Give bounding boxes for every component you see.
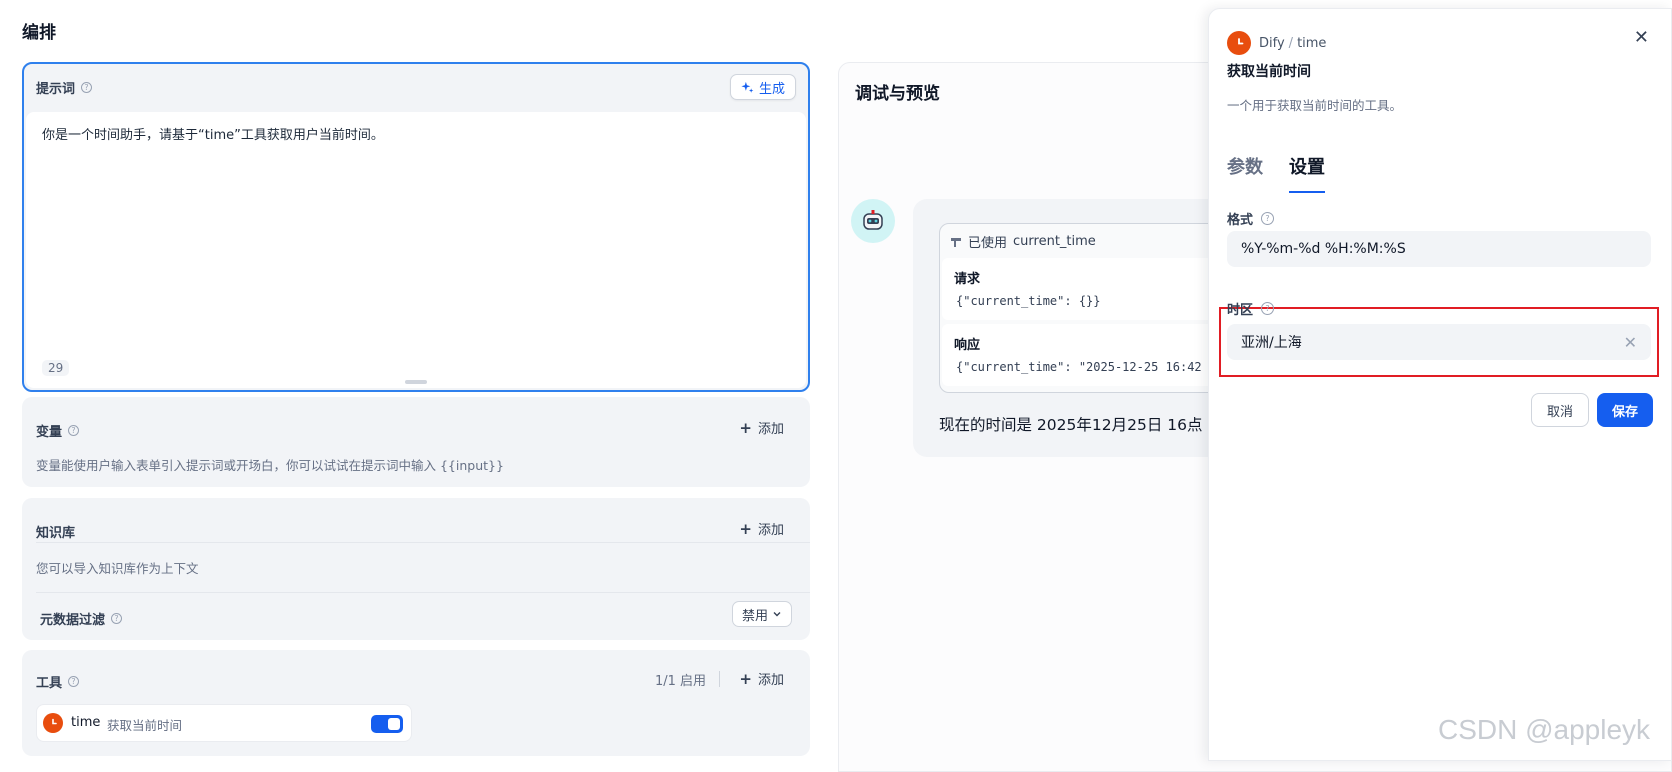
save-button[interactable]: 保存: [1597, 393, 1653, 427]
plus-icon: +: [739, 519, 752, 538]
close-icon[interactable]: ✕: [1634, 27, 1649, 48]
help-icon[interactable]: ?: [111, 613, 123, 624]
help-icon[interactable]: ?: [68, 425, 80, 436]
tab-parameters[interactable]: 参数: [1227, 153, 1263, 179]
metadata-filter-select[interactable]: 禁用: [731, 601, 792, 627]
add-label: 添加: [757, 673, 784, 688]
hammer-icon: [951, 237, 961, 247]
divider: [36, 592, 810, 593]
breadcrumb-tool-name: time: [1297, 35, 1327, 51]
divider: [36, 542, 810, 543]
add-tool-button[interactable]: + 添加: [739, 669, 784, 689]
variables-description: 变量能使用户输入表单引入提示词或开场白，你可以试试在提示词中输入 {{input…: [36, 458, 504, 473]
format-value: %Y-%m-%d %H:%M:%S: [1241, 241, 1406, 257]
tool-settings-drawer: Dify / time ✕ 获取当前时间 一个用于获取当前时间的工具。 参数 设…: [1208, 8, 1672, 761]
variables-card: 变量 ? + 添加 变量能使用户输入表单引入提示词或开场白，你可以试试在提示词中…: [22, 397, 810, 487]
clock-icon: [43, 713, 63, 733]
sparkle-icon: [741, 81, 754, 93]
prompt-editor-card: 提示词 ? 生成 你是一个时间助手，请基于“time”工具获取用户当前时间。 2…: [22, 62, 810, 392]
timezone-header: 时区 ?: [1227, 299, 1275, 318]
knowledge-card: 知识库 + 添加 您可以导入知识库作为上下文 元数据过滤 ? 禁用: [22, 498, 810, 640]
cancel-button[interactable]: 取消: [1531, 393, 1589, 427]
add-label: 添加: [757, 422, 784, 437]
request-label: 请求: [954, 272, 981, 287]
tool-used-prefix: 已使用: [968, 236, 1008, 251]
tool-name: time: [71, 715, 101, 730]
robot-icon: [863, 210, 883, 230]
character-count: 29: [42, 360, 70, 376]
tool-description: 获取当前时间: [107, 718, 183, 733]
tool-item[interactable]: time 获取当前时间: [36, 704, 412, 742]
timezone-value: 亚洲/上海: [1241, 335, 1302, 351]
watermark: CSDN @appleyk: [1438, 714, 1651, 745]
provider-name: Dify: [1259, 35, 1285, 51]
timezone-label: 时区: [1227, 303, 1254, 318]
drawer-description: 一个用于获取当前时间的工具。: [1227, 98, 1403, 113]
variables-header: 变量 ?: [36, 421, 80, 440]
add-label: 添加: [757, 523, 784, 538]
metadata-filter-label: 元数据过滤: [40, 613, 106, 628]
knowledge-description: 您可以导入知识库作为上下文: [36, 561, 199, 576]
tools-header: 工具 ?: [36, 672, 80, 691]
variables-label: 变量: [36, 425, 63, 440]
response-label: 响应: [954, 338, 981, 353]
plus-icon: +: [739, 418, 752, 437]
prompt-textarea[interactable]: 你是一个时间助手，请基于“time”工具获取用户当前时间。 29: [26, 112, 806, 388]
tool-used-row[interactable]: 已使用 current_time: [950, 232, 1096, 251]
prompt-text[interactable]: 你是一个时间助手，请基于“time”工具获取用户当前时间。: [42, 124, 384, 143]
tool-used-name: current_time: [1013, 234, 1096, 249]
prompt-label: 提示词: [36, 82, 76, 97]
format-input[interactable]: %Y-%m-%d %H:%M:%S: [1227, 231, 1651, 267]
breadcrumb: Dify / time: [1227, 31, 1326, 55]
help-icon[interactable]: ?: [1261, 212, 1275, 225]
active-tab-indicator: [1289, 191, 1325, 193]
tools-enabled-count: 1/1 启用: [654, 674, 706, 689]
metadata-filter-header: 元数据过滤 ?: [40, 609, 123, 628]
response-code: {"current_time": "2025-12-25 16:42: [956, 360, 1202, 374]
tools-label: 工具: [36, 676, 63, 691]
add-knowledge-button[interactable]: + 添加: [739, 519, 784, 539]
clear-icon[interactable]: ✕: [1624, 333, 1637, 352]
plus-icon: +: [739, 669, 752, 688]
request-code: {"current_time": {}}: [956, 294, 1101, 308]
chevron-down-icon: [773, 612, 781, 617]
tools-card: 工具 ? 1/1 启用 + 添加 time 获取当前时间: [22, 650, 810, 756]
help-icon[interactable]: ?: [1261, 302, 1275, 315]
generate-button[interactable]: 生成: [729, 74, 796, 100]
knowledge-label: 知识库: [36, 526, 76, 541]
help-icon[interactable]: ?: [68, 676, 80, 687]
clock-icon: [1227, 31, 1251, 55]
prompt-header: 提示词 ?: [36, 78, 93, 97]
bot-avatar: [851, 199, 895, 243]
breadcrumb-separator: /: [1288, 35, 1294, 51]
preview-title: 调试与预览: [855, 84, 940, 104]
divider: [719, 671, 720, 687]
tab-settings[interactable]: 设置: [1289, 153, 1325, 179]
answer-text: 现在的时间是 2025年12月25日 16点: [939, 416, 1203, 434]
toggle-knob: [388, 718, 400, 730]
timezone-select[interactable]: 亚洲/上海 ✕: [1227, 324, 1651, 360]
resize-handle[interactable]: [405, 380, 427, 384]
tool-enable-toggle[interactable]: [371, 715, 403, 733]
metadata-filter-value: 禁用: [741, 608, 768, 624]
page-title: 编排: [22, 23, 56, 43]
help-icon[interactable]: ?: [81, 82, 93, 93]
drawer-title: 获取当前时间: [1227, 64, 1311, 80]
format-header: 格式 ?: [1227, 209, 1275, 228]
generate-label: 生成: [758, 81, 785, 97]
format-label: 格式: [1227, 213, 1254, 228]
add-variable-button[interactable]: + 添加: [739, 418, 784, 438]
